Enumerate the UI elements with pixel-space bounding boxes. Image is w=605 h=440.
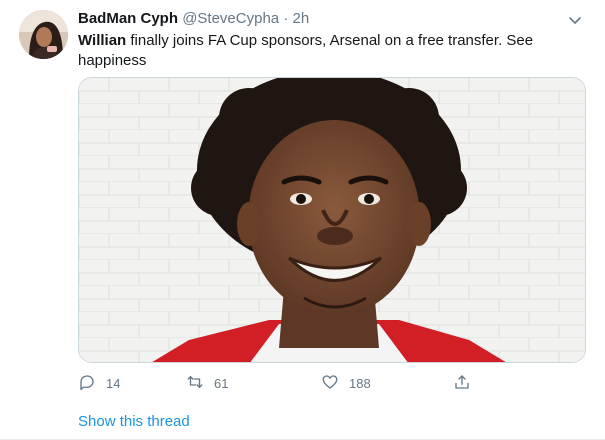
like-button[interactable]: 188	[321, 371, 371, 395]
chevron-down-icon[interactable]	[567, 12, 583, 28]
tweet-header: BadMan Cyph @SteveCypha · 2h	[78, 9, 578, 29]
avatar-image	[19, 10, 68, 59]
like-count: 188	[349, 375, 371, 391]
show-thread-link[interactable]: Show this thread	[78, 413, 190, 430]
separator-dot: ·	[283, 10, 289, 27]
tweet-mention[interactable]: Willian	[78, 32, 126, 49]
tweet[interactable]: BadMan Cyph @SteveCypha · 2h Willian fin…	[0, 0, 605, 440]
share-icon	[453, 373, 471, 394]
reply-button[interactable]: 14	[78, 371, 120, 395]
reply-icon	[78, 373, 96, 394]
reply-count: 14	[106, 375, 121, 391]
tweet-text: Willian finally joins FA Cup sponsors, A…	[78, 31, 578, 71]
tweet-actions: 14 61 188	[78, 371, 498, 395]
heart-icon	[321, 373, 339, 394]
photo-smiling-man	[79, 78, 585, 362]
tweet-body: finally joins FA Cup sponsors, Arsenal o…	[78, 32, 534, 69]
user-handle[interactable]: @SteveCypha	[182, 10, 279, 27]
share-button[interactable]	[453, 371, 471, 395]
retweet-icon	[186, 373, 204, 394]
retweet-button[interactable]: 61	[186, 371, 228, 395]
retweet-count: 61	[214, 375, 229, 391]
timestamp[interactable]: 2h	[292, 10, 309, 27]
display-name[interactable]: BadMan Cyph	[78, 10, 178, 27]
tweet-photo[interactable]	[78, 77, 586, 363]
avatar[interactable]	[19, 10, 68, 59]
